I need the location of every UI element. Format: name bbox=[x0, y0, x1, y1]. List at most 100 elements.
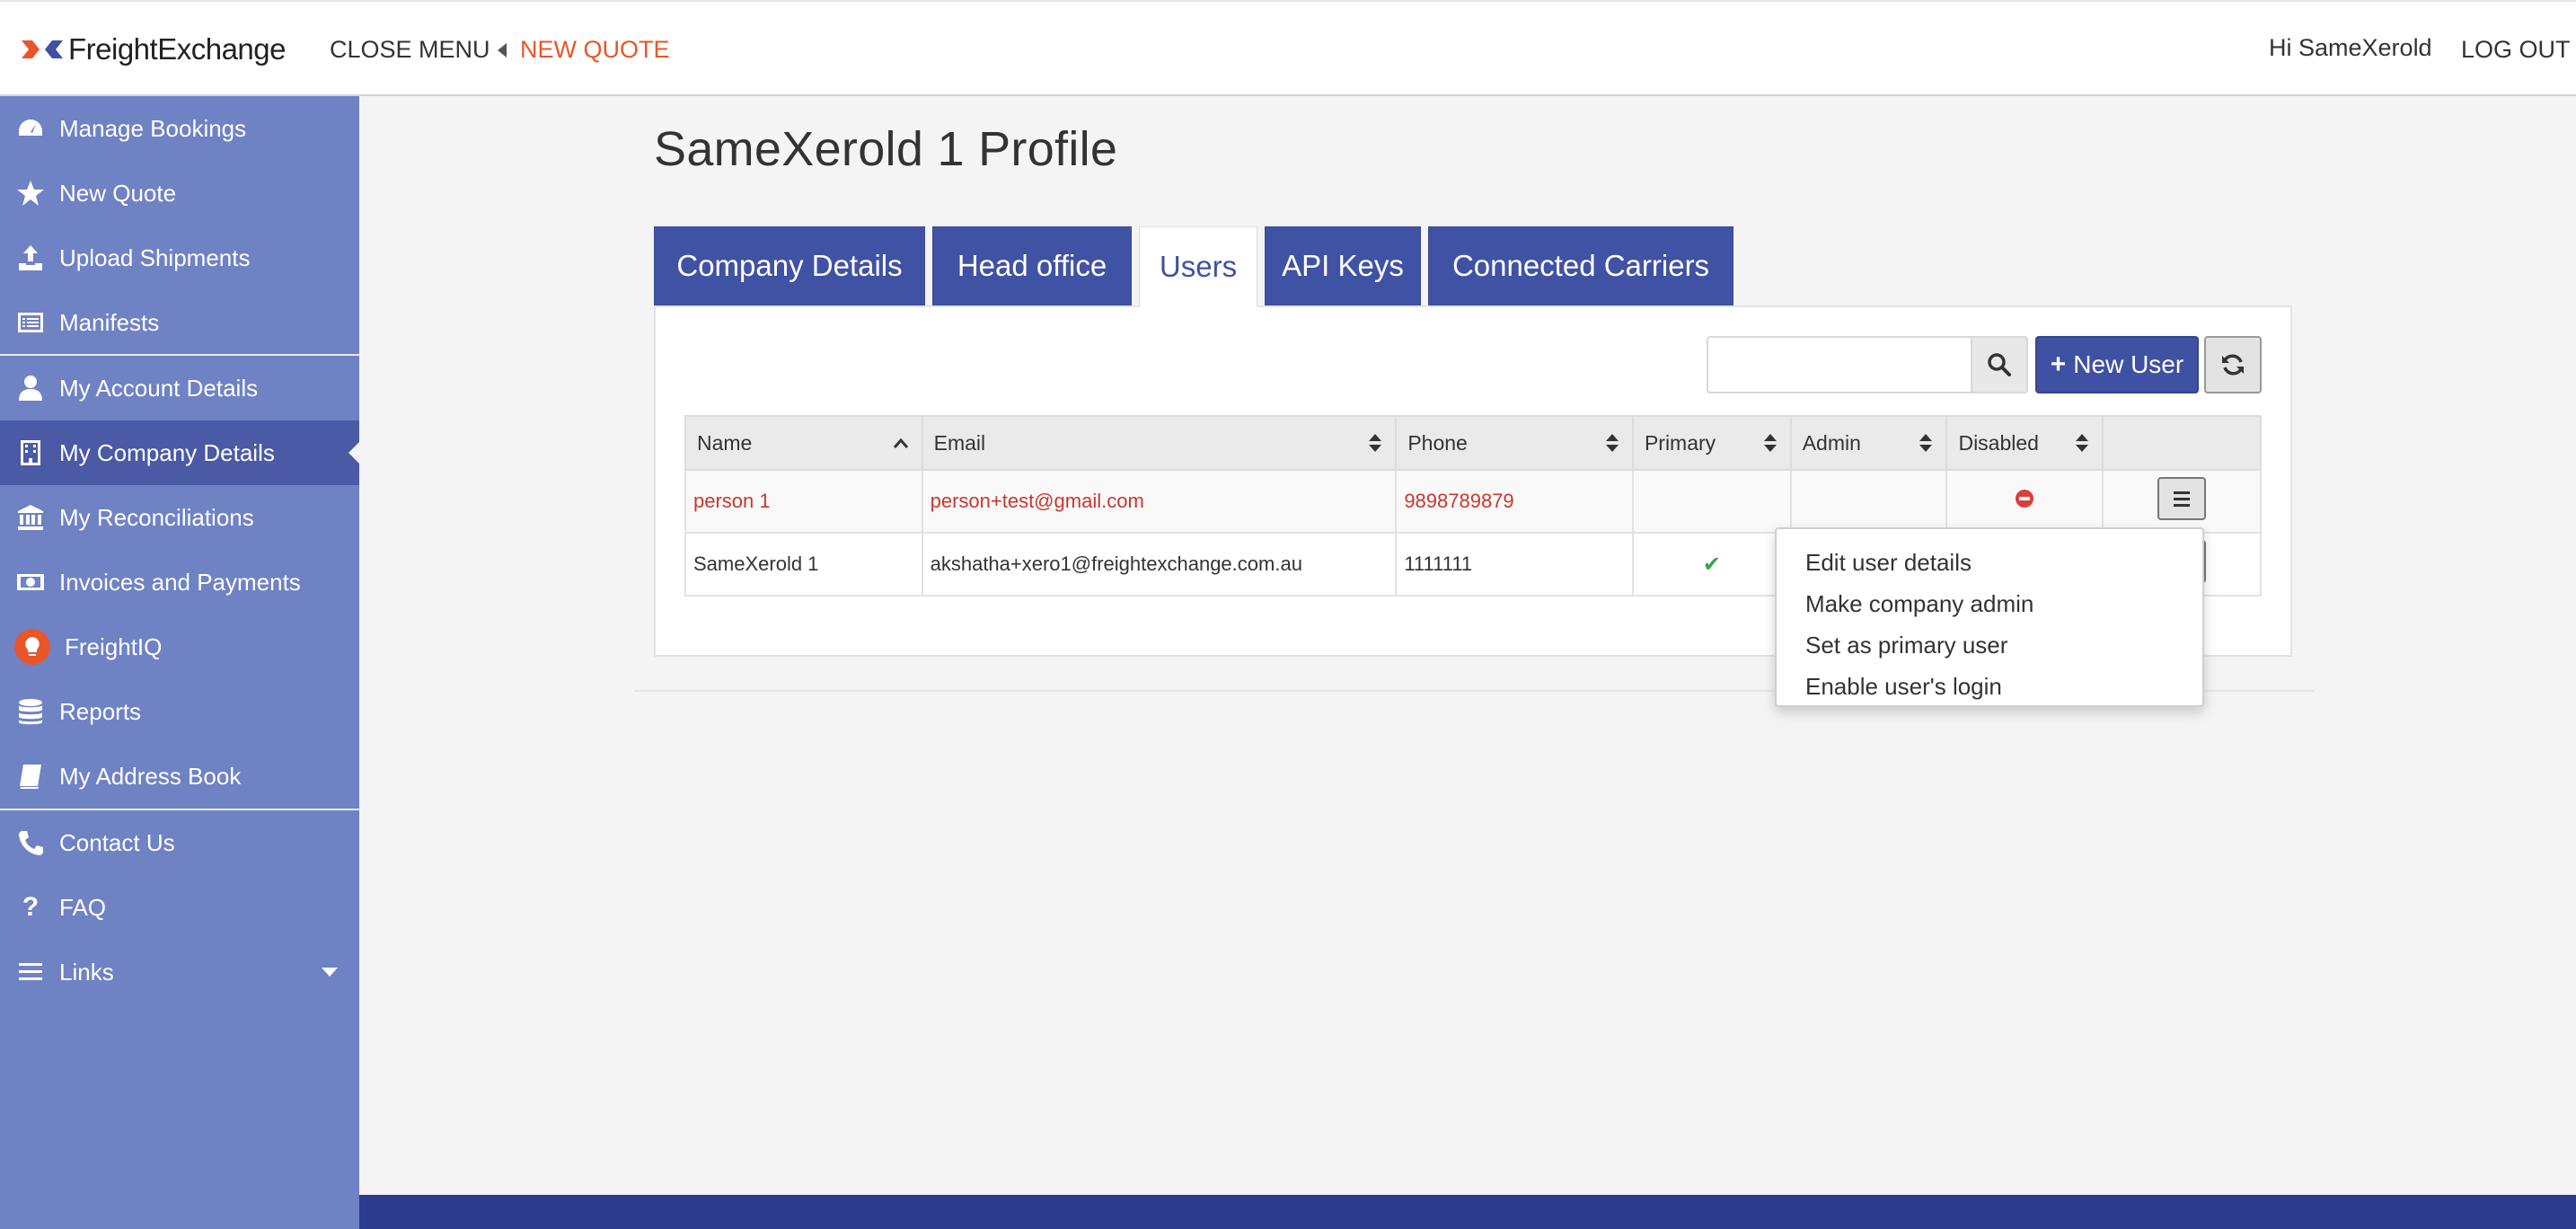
close-menu-button[interactable]: CLOSE MENU bbox=[330, 36, 507, 64]
search-icon bbox=[1988, 353, 2011, 376]
plus-icon: + bbox=[2050, 349, 2067, 379]
sidebar-item-label: Manifests bbox=[59, 308, 160, 336]
logo-text: FreightExchange bbox=[68, 32, 286, 66]
sidebar-item-faq[interactable]: ? FAQ bbox=[0, 875, 359, 940]
sort-icon bbox=[1763, 434, 1777, 452]
cell-phone: 9898789879 bbox=[1395, 469, 1634, 534]
bars-icon-line bbox=[2174, 504, 2191, 507]
sort-icon bbox=[1369, 434, 1382, 452]
sidebar-item-label: Links bbox=[59, 958, 114, 986]
menu-item-edit-user-details[interactable]: Edit user details bbox=[1777, 542, 2202, 583]
cell-phone: 1111111 bbox=[1395, 532, 1634, 597]
column-header-email[interactable]: Email bbox=[921, 415, 1398, 471]
dashboard-icon bbox=[14, 112, 47, 145]
money-icon bbox=[14, 566, 47, 598]
cell-email: akshatha+xero1@freightexchange.com.au bbox=[921, 532, 1398, 597]
row-actions-dropdown: Edit user details Make company admin Set… bbox=[1775, 527, 2204, 707]
sidebar-item-label: Upload Shipments bbox=[59, 243, 251, 271]
sidebar-item-new-quote[interactable]: New Quote bbox=[0, 161, 359, 225]
menu-item-set-primary-user[interactable]: Set as primary user bbox=[1777, 624, 2202, 666]
sidebar-item-label: FreightIQ bbox=[65, 632, 163, 660]
bars-icon-line bbox=[2174, 491, 2191, 494]
sidebar-item-reports[interactable]: Reports bbox=[0, 679, 359, 744]
sort-icon bbox=[1605, 434, 1619, 452]
tab-company-details[interactable]: Company Details bbox=[654, 226, 925, 305]
database-icon bbox=[14, 695, 47, 728]
cell-admin bbox=[1789, 469, 1948, 534]
cell-name: person 1 bbox=[684, 469, 923, 534]
star-icon bbox=[14, 177, 47, 209]
bars-icon bbox=[14, 956, 47, 988]
sidebar-item-my-account-details[interactable]: My Account Details bbox=[0, 356, 359, 420]
sidebar-item-invoices-and-payments[interactable]: Invoices and Payments bbox=[0, 550, 359, 614]
column-header-phone[interactable]: Phone bbox=[1395, 415, 1634, 471]
page-title: SameXerold 1 Profile bbox=[654, 122, 1118, 176]
refresh-button[interactable] bbox=[2204, 336, 2262, 393]
sort-asc-icon bbox=[893, 438, 908, 448]
new-user-label: New User bbox=[2073, 350, 2184, 378]
column-header-disabled[interactable]: Disabled bbox=[1945, 415, 2104, 471]
sort-icon bbox=[1919, 434, 1933, 452]
logo-icon bbox=[22, 40, 63, 58]
sidebar-item-manifests[interactable]: Manifests bbox=[0, 290, 359, 355]
bank-icon bbox=[14, 501, 47, 534]
column-header-actions bbox=[2102, 415, 2262, 471]
sidebar: Manage Bookings New Quote Upload Shipmen… bbox=[0, 96, 359, 1229]
cell-name: SameXerold 1 bbox=[684, 532, 923, 597]
tab-connected-carriers[interactable]: Connected Carriers bbox=[1428, 226, 1734, 305]
column-header-label: Email bbox=[933, 430, 986, 455]
sidebar-item-label: Reports bbox=[59, 697, 142, 725]
column-header-label: Admin bbox=[1802, 430, 1861, 455]
new-quote-link[interactable]: NEW QUOTE bbox=[520, 36, 670, 64]
sidebar-item-label: My Account Details bbox=[59, 374, 259, 402]
search-button[interactable] bbox=[1971, 336, 2028, 393]
sidebar-item-upload-shipments[interactable]: Upload Shipments bbox=[0, 225, 359, 290]
sidebar-item-label: FAQ bbox=[59, 893, 107, 921]
logout-link[interactable]: LOG OUT bbox=[2461, 36, 2571, 64]
column-header-primary[interactable]: Primary bbox=[1631, 415, 1792, 471]
tab-head-office[interactable]: Head office bbox=[932, 226, 1132, 305]
sidebar-item-label: Manage Bookings bbox=[59, 114, 247, 142]
disabled-icon bbox=[2016, 490, 2034, 508]
sidebar-item-label: My Company Details bbox=[59, 438, 275, 466]
question-icon: ? bbox=[22, 892, 40, 922]
cell-primary: ✔ bbox=[1631, 532, 1792, 597]
sidebar-item-manage-bookings[interactable]: Manage Bookings bbox=[0, 96, 359, 161]
cell-disabled bbox=[1945, 469, 2104, 534]
row-menu-button[interactable] bbox=[2157, 477, 2207, 520]
menu-item-make-company-admin[interactable]: Make company admin bbox=[1777, 583, 2202, 624]
column-header-name[interactable]: Name bbox=[684, 415, 923, 471]
top-navbar: FreightExchange CLOSE MENU NEW QUOTE Hi … bbox=[0, 0, 2576, 96]
sidebar-item-label: Invoices and Payments bbox=[59, 568, 301, 596]
sidebar-item-contact-us[interactable]: Contact Us bbox=[0, 810, 359, 875]
upload-icon bbox=[14, 242, 47, 274]
menu-item-enable-user-login[interactable]: Enable user's login bbox=[1777, 666, 2202, 707]
sidebar-item-freightiq[interactable]: FreightIQ bbox=[0, 614, 359, 679]
sidebar-item-label: My Reconciliations bbox=[59, 503, 254, 531]
new-user-button[interactable]: + New User bbox=[2035, 336, 2199, 393]
book-icon bbox=[14, 760, 47, 792]
sidebar-item-label: My Address Book bbox=[59, 762, 242, 790]
column-header-label: Primary bbox=[1644, 430, 1716, 455]
cell-email: person+test@gmail.com bbox=[921, 469, 1398, 534]
cell-actions bbox=[2102, 469, 2262, 534]
sort-icon bbox=[2076, 434, 2089, 452]
table-row[interactable]: person 1 person+test@gmail.com 989878987… bbox=[684, 469, 2262, 534]
sidebar-item-links[interactable]: Links bbox=[0, 940, 359, 1004]
column-header-label: Name bbox=[697, 430, 753, 455]
sidebar-item-my-reconciliations[interactable]: My Reconciliations bbox=[0, 485, 359, 550]
tab-api-keys[interactable]: API Keys bbox=[1265, 226, 1421, 305]
column-header-admin[interactable]: Admin bbox=[1789, 415, 1948, 471]
bars-icon-line bbox=[2174, 498, 2191, 500]
footer-bar bbox=[359, 1195, 2576, 1229]
search-input[interactable] bbox=[1707, 336, 1971, 393]
tab-users[interactable]: Users bbox=[1139, 226, 1257, 307]
sidebar-item-my-company-details[interactable]: My Company Details bbox=[0, 420, 359, 485]
logo[interactable]: FreightExchange bbox=[20, 31, 286, 68]
close-menu-label: CLOSE MENU bbox=[330, 36, 490, 63]
user-greeting: Hi SameXerold bbox=[2269, 34, 2432, 61]
lightbulb-icon bbox=[14, 629, 50, 665]
sidebar-item-my-address-book[interactable]: My Address Book bbox=[0, 744, 359, 809]
user-icon bbox=[14, 372, 47, 404]
caret-down-icon bbox=[322, 968, 338, 977]
